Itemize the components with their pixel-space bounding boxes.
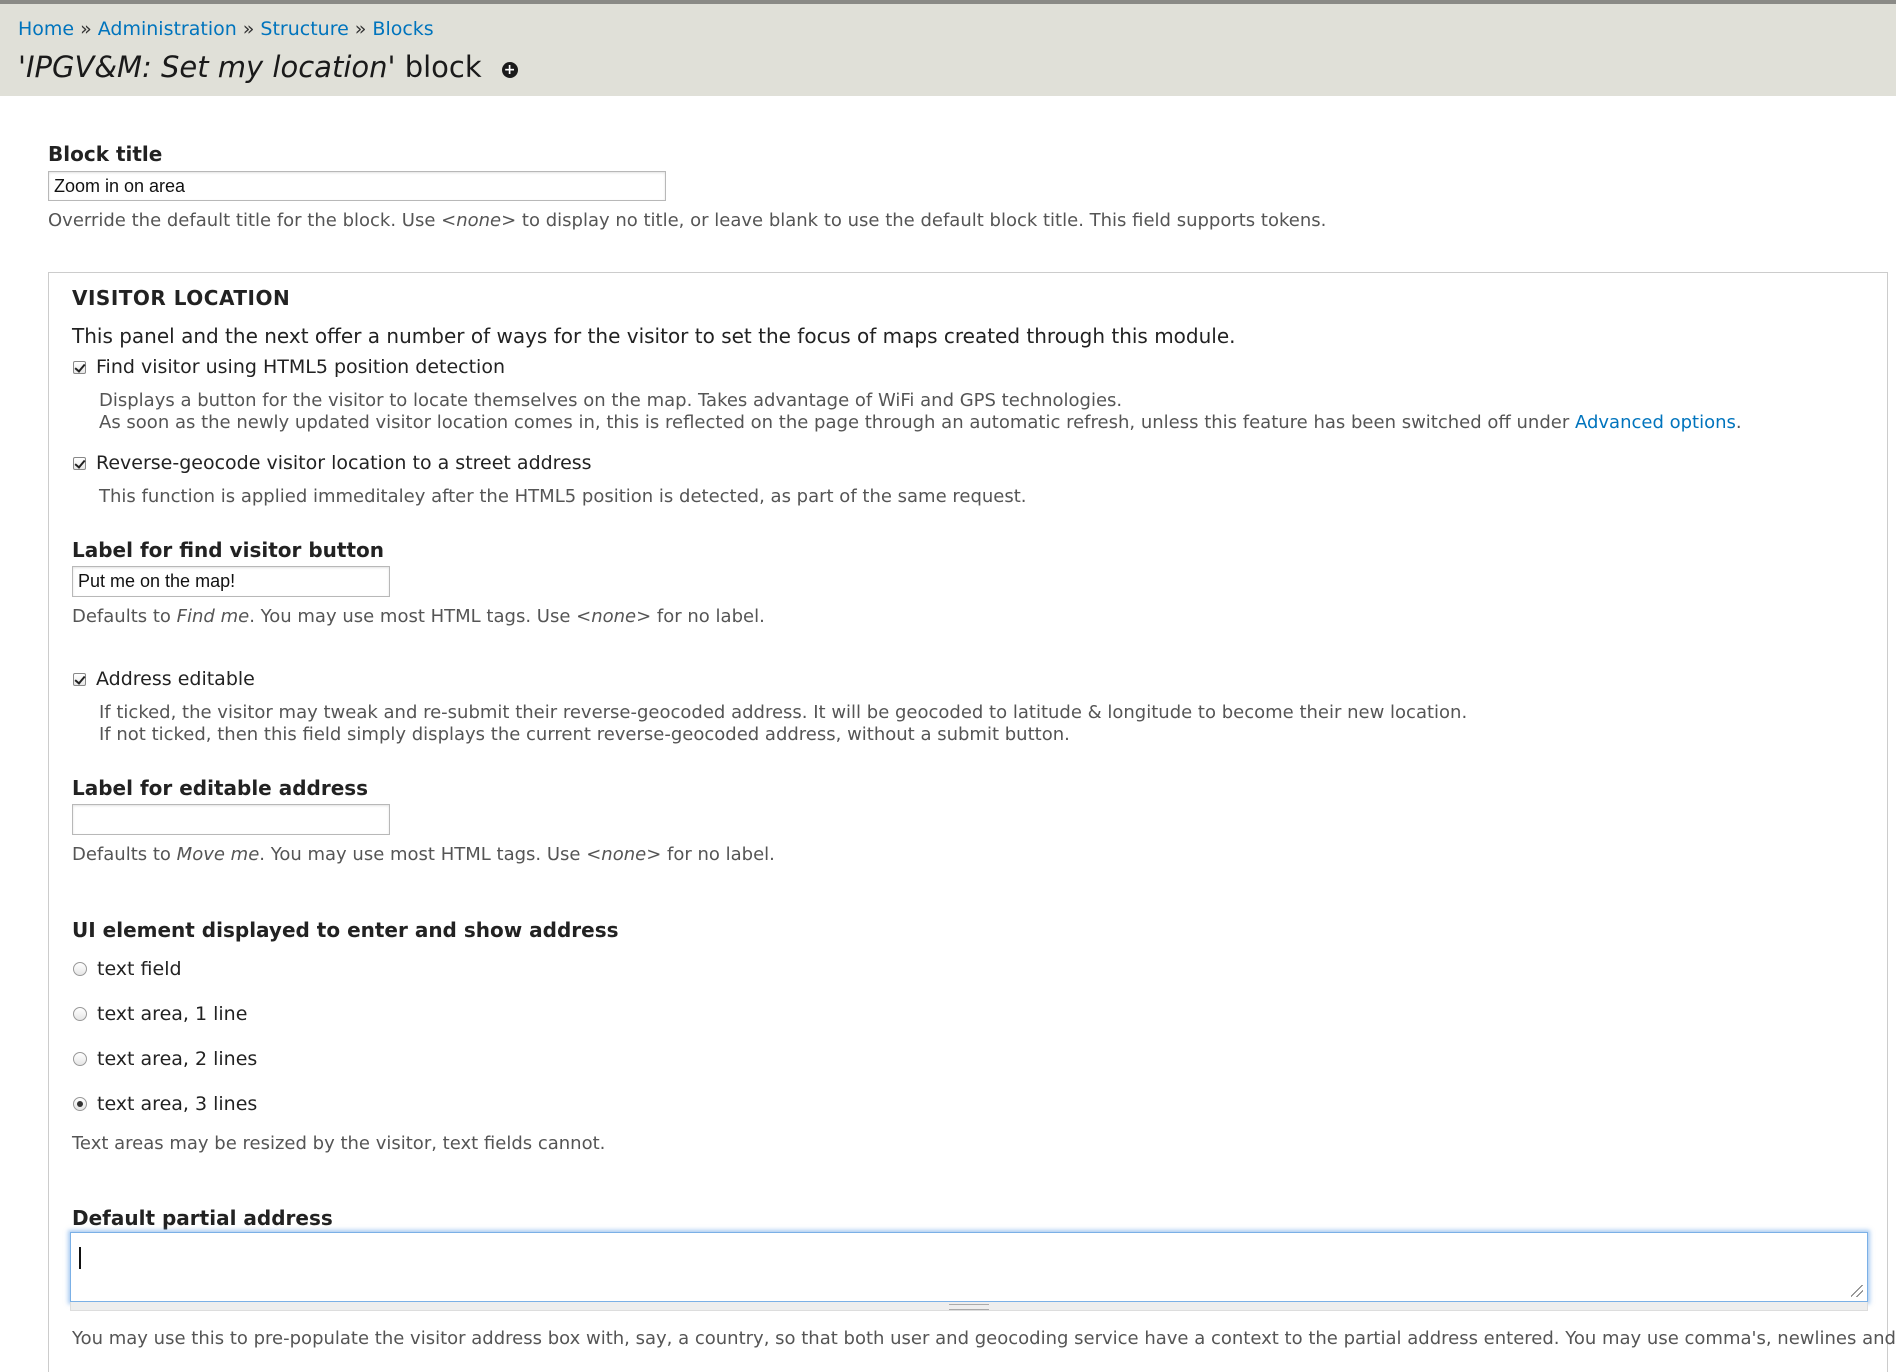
advanced-options-link[interactable]: Advanced options: [1575, 412, 1736, 433]
title-block-name: IPGV&M: Set my location: [25, 50, 388, 84]
reverse-geocode-option[interactable]: Reverse-geocode visitor location to a st…: [73, 452, 592, 474]
ui-element-option-text-field[interactable]: text field: [73, 958, 182, 980]
checkbox-icon[interactable]: [73, 672, 86, 686]
ui-element-label: UI element displayed to enter and show a…: [72, 918, 619, 942]
address-editable-label: Address editable: [96, 668, 255, 690]
breadcrumb-blocks[interactable]: Blocks: [372, 18, 433, 40]
ui-element-option-text-area-3[interactable]: text area, 3 lines: [73, 1093, 257, 1115]
breadcrumb-structure[interactable]: Structure: [260, 18, 348, 40]
editable-address-label-description: Defaults to Move me. You may use most HT…: [72, 844, 775, 865]
default-partial-address-label: Default partial address: [72, 1206, 333, 1230]
plus-circle-icon[interactable]: +: [501, 62, 518, 78]
breadcrumb-separator: »: [354, 18, 367, 40]
ui-element-description: Text areas may be resized by the visitor…: [72, 1133, 606, 1154]
breadcrumb-separator: »: [242, 18, 255, 40]
page-title: ' IPGV&M: Set my location ' block +: [18, 50, 518, 84]
resize-grip-icon[interactable]: [1851, 1285, 1863, 1297]
breadcrumb-home[interactable]: Home: [18, 18, 74, 40]
page-header: Home» Administration» Structure» Blocks ' IP…: [0, 0, 1896, 96]
block-title-input[interactable]: [48, 171, 666, 201]
checkbox-icon[interactable]: [73, 456, 86, 470]
reverse-geocode-description: This function is applied immeditaley aft…: [99, 486, 1027, 507]
html5-detection-option[interactable]: Find visitor using HTML5 position detect…: [73, 356, 505, 378]
default-partial-address-description: You may use this to pre-populate the vis…: [72, 1328, 1896, 1349]
visitor-location-intro: This panel and the next offer a number o…: [72, 324, 1236, 348]
textarea-resize-handle[interactable]: [70, 1302, 1868, 1311]
visitor-location-legend: VISITOR LOCATION: [72, 286, 291, 310]
radio-icon[interactable]: [73, 1007, 87, 1021]
title-quote-close: ': [387, 50, 396, 84]
radio-label: text area, 3 lines: [97, 1093, 258, 1115]
breadcrumb: Home» Administration» Structure» Blocks: [18, 18, 434, 40]
radio-label: text area, 1 line: [97, 1003, 248, 1025]
editable-address-label-heading: Label for editable address: [72, 776, 369, 800]
reverse-geocode-label: Reverse-geocode visitor location to a st…: [96, 452, 592, 474]
default-partial-address-textarea[interactable]: [70, 1232, 1868, 1302]
radio-icon[interactable]: [73, 1052, 87, 1066]
html5-detection-description-1: Displays a button for the visitor to loc…: [99, 390, 1123, 411]
find-button-label-input[interactable]: [72, 566, 390, 597]
checkbox-icon[interactable]: [73, 360, 86, 374]
address-editable-option[interactable]: Address editable: [73, 668, 255, 690]
address-editable-description-2: If not ticked, then this field simply di…: [99, 724, 1070, 745]
radio-label: text field: [97, 958, 182, 980]
breadcrumb-administration[interactable]: Administration: [98, 18, 237, 40]
text-caret: [79, 1247, 81, 1269]
radio-icon[interactable]: [73, 1097, 87, 1111]
address-editable-description-1: If ticked, the visitor may tweak and re-…: [99, 702, 1468, 723]
title-suffix: block: [395, 50, 482, 84]
find-button-label-heading: Label for find visitor button: [72, 538, 384, 562]
ui-element-option-text-area-1[interactable]: text area, 1 line: [73, 1003, 247, 1025]
block-title-description: Override the default title for the block…: [48, 210, 1327, 231]
block-title-label: Block title: [48, 142, 163, 166]
editable-address-label-input[interactable]: [72, 804, 390, 835]
ui-element-option-text-area-2[interactable]: text area, 2 lines: [73, 1048, 257, 1070]
radio-label: text area, 2 lines: [97, 1048, 258, 1070]
find-button-label-description: Defaults to Find me. You may use most HT…: [72, 606, 765, 627]
radio-icon[interactable]: [73, 962, 87, 976]
html5-detection-description-2: As soon as the newly updated visitor loc…: [99, 412, 1742, 433]
title-quote-open: ': [18, 50, 26, 84]
html5-detection-label: Find visitor using HTML5 position detect…: [96, 356, 505, 378]
breadcrumb-separator: »: [80, 18, 92, 40]
